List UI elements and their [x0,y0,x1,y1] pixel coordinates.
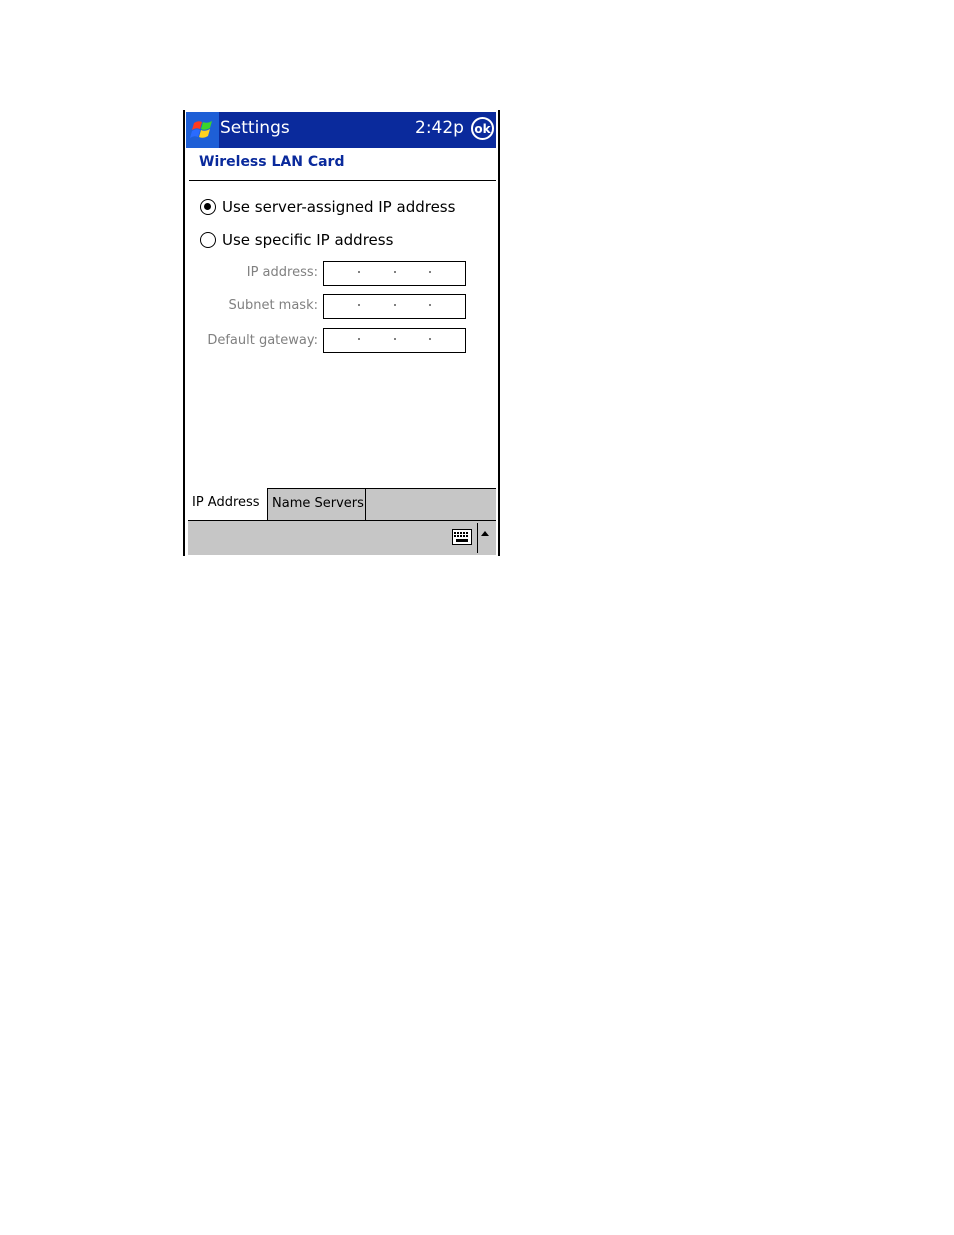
ip-address-field[interactable] [323,261,466,286]
octet-separator [429,338,431,340]
octet-separator [358,338,360,340]
windows-flag-icon [189,121,212,138]
subnet-mask-field[interactable] [323,294,466,319]
radio-label: Use server-assigned IP address [222,198,456,216]
radio-specific-ip[interactable]: Use specific IP address [200,231,393,249]
octet-separator [358,271,360,273]
ok-button[interactable]: ok [471,117,494,140]
tab-name-servers[interactable]: Name Servers [268,489,366,520]
pocketpc-screen: Settings 2:42p ok Wireless LAN Card Use … [183,110,500,556]
octet-separator [394,271,396,273]
ok-button-label: ok [474,121,491,136]
clock[interactable]: 2:42p [415,118,464,138]
title-bar: Settings 2:42p ok [186,112,496,148]
window-title: Settings [220,118,290,138]
menu-bar [188,521,496,555]
tab-strip: IP Address Name Servers [188,488,496,521]
octet-separator [394,338,396,340]
section-heading: Wireless LAN Card [199,154,345,170]
sip-separator [477,523,478,553]
radio-server-assigned[interactable]: Use server-assigned IP address [200,198,455,216]
heading-divider [189,180,496,181]
device-frame-right [498,110,500,556]
default-gateway-label: Default gateway: [207,333,318,348]
up-arrow-icon[interactable] [480,529,490,539]
radio-button-unchecked[interactable] [200,232,216,248]
keyboard-icon[interactable] [452,529,472,545]
radio-button-checked[interactable] [200,199,216,215]
octet-separator [429,304,431,306]
tab-ip-address[interactable]: IP Address [188,488,268,520]
octet-separator [358,304,360,306]
start-button[interactable] [186,112,219,148]
octet-separator [429,271,431,273]
subnet-mask-label: Subnet mask: [228,298,318,313]
radio-label: Use specific IP address [222,231,394,249]
octet-separator [394,304,396,306]
ip-address-label: IP address: [246,265,318,280]
device-frame-left [183,110,185,556]
default-gateway-field[interactable] [323,328,466,353]
